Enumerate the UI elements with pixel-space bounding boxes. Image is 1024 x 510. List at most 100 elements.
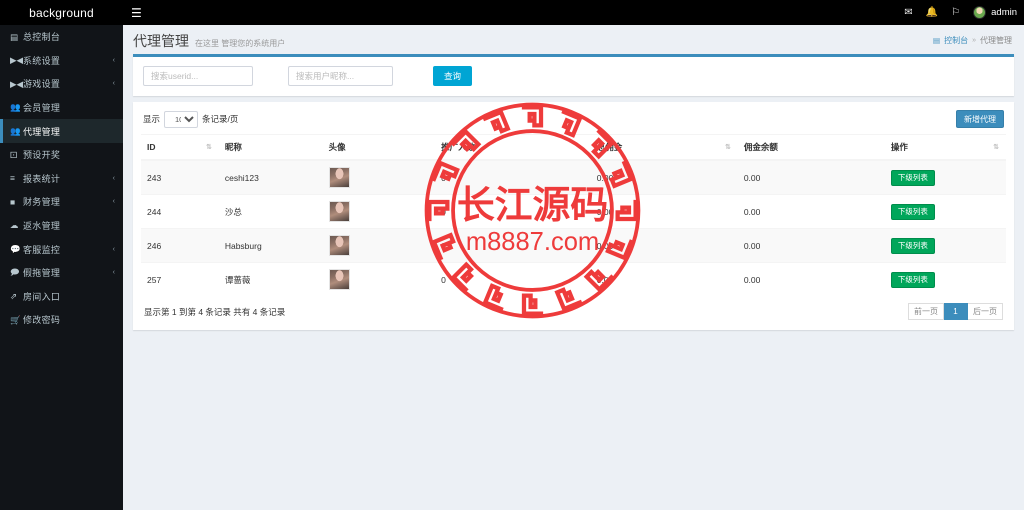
cell-avatar bbox=[322, 194, 436, 229]
query-button[interactable]: 查询 bbox=[433, 66, 473, 86]
column-header-promoted-count: 推广人数 bbox=[435, 134, 591, 161]
search-panel: 查询 bbox=[133, 54, 1014, 96]
sidebar-item-bot-management[interactable]: 🗩 假拖管理 ‹ bbox=[0, 261, 123, 285]
cell-total-commission: 0.00 bbox=[590, 159, 738, 195]
sub-list-button[interactable]: 下级列表 bbox=[890, 271, 935, 288]
pagination-page-1[interactable]: 1 bbox=[944, 303, 968, 320]
cloud-icon: ☁ bbox=[10, 220, 19, 231]
bell-icon[interactable]: 🔔 bbox=[926, 7, 938, 18]
sort-icon: ⇅ bbox=[993, 144, 999, 151]
comment-dots-icon: 🗩 bbox=[10, 267, 20, 278]
sidebar-item-dashboard[interactable]: ▤ 总控制台 bbox=[0, 25, 123, 49]
table-header-row: ID ⇅ 昵称 头像 推广人数 总佣金 ⇅ 佣金余额 操作 ⇅ bbox=[141, 134, 1006, 161]
sidebar-item-customer-service-monitor[interactable]: 💬 客服监控 ‹ bbox=[0, 237, 123, 261]
cell-avatar bbox=[322, 262, 436, 296]
sub-list-button[interactable]: 下级列表 bbox=[890, 169, 935, 186]
sub-list-button[interactable]: 下级列表 bbox=[890, 237, 935, 254]
sidebar: ▤ 总控制台 ▶◀ 系统设置 ‹ ▶◀ 游戏设置 ‹ 👥 会员管理 👥 代理管理… bbox=[0, 25, 123, 510]
table-row: 244 沙总 0 0.00 0.00 下级列表 bbox=[141, 194, 1006, 229]
sidebar-item-room-entrance[interactable]: ⇗ 房间入口 bbox=[0, 285, 123, 309]
sliders-icon: ▶◀ bbox=[10, 55, 24, 66]
record-info: 显示第 1 到第 4 条记录 共有 4 条记录 bbox=[144, 306, 286, 317]
cell-commission-balance: 0.00 bbox=[737, 159, 885, 195]
cell-total-commission: 0.00 bbox=[590, 262, 738, 296]
search-nickname-input[interactable] bbox=[288, 66, 393, 86]
bank-icon: ■ bbox=[10, 196, 16, 207]
content-area: 代理管理 在这里 管理您的系统用户 ▤ 控制台 » 代理管理 查询 显示 bbox=[123, 25, 1024, 510]
column-label: 佣金余额 bbox=[743, 142, 778, 152]
column-header-total-commission[interactable]: 总佣金 ⇅ bbox=[590, 134, 738, 161]
search-userid-input[interactable] bbox=[143, 66, 253, 86]
sidebar-item-change-password[interactable]: 🛒 修改密码 bbox=[0, 308, 123, 332]
sort-icon: ⇅ bbox=[205, 144, 212, 151]
cell-commission-balance: 0.00 bbox=[737, 228, 885, 263]
sidebar-item-label: 修改密码 bbox=[23, 315, 61, 326]
pagination-prev[interactable]: 前一页 bbox=[908, 303, 944, 320]
user-avatar bbox=[328, 201, 350, 222]
users-icon: 👥 bbox=[10, 125, 21, 136]
cell-action: 下级列表 bbox=[884, 194, 1006, 229]
sidebar-item-finance-management[interactable]: ■ 财务管理 ‹ bbox=[0, 190, 123, 214]
cell-nickname: Habsburg bbox=[218, 228, 323, 263]
breadcrumb-home[interactable]: 控制台 bbox=[944, 35, 968, 46]
sidebar-item-label: 代理管理 bbox=[23, 126, 61, 137]
sidebar-item-agent-management[interactable]: 👥 代理管理 bbox=[0, 119, 123, 143]
table-row: 243 ceshi123 0 0.00 0.00 下级列表 bbox=[141, 159, 1006, 195]
list-icon: ≡ bbox=[10, 173, 15, 184]
sub-list-button[interactable]: 下级列表 bbox=[890, 203, 935, 220]
page-header: 代理管理 在这里 管理您的系统用户 ▤ 控制台 » 代理管理 bbox=[123, 25, 1024, 50]
cell-promoted-count: 0 bbox=[435, 194, 591, 229]
pagination-next[interactable]: 后一页 bbox=[968, 303, 1003, 320]
table-row: 257 谭蔷薇 0 0.00 0.00 下级列表 bbox=[141, 262, 1006, 296]
sidebar-item-report-statistics[interactable]: ≡ 报表统计 ‹ bbox=[0, 167, 123, 191]
per-page-label: 条记录/页 bbox=[202, 114, 239, 124]
breadcrumb: ▤ 控制台 » 代理管理 bbox=[933, 31, 1012, 46]
flag-icon[interactable]: ⚐ bbox=[951, 7, 960, 18]
chevron-left-icon: ‹ bbox=[112, 174, 115, 182]
sidebar-item-system-settings[interactable]: ▶◀ 系统设置 ‹ bbox=[0, 49, 123, 73]
sidebar-item-label: 预设开奖 bbox=[23, 150, 61, 161]
sidebar-item-rebate-management[interactable]: ☁ 返水管理 bbox=[0, 214, 123, 238]
table-toolbar: 显示 10 25 50 100 条记录/页 新增代理 bbox=[141, 108, 1006, 134]
dashboard-icon: ▤ bbox=[933, 36, 941, 45]
sidebar-item-preset-draw[interactable]: ⚀ 预设开奖 bbox=[0, 143, 123, 167]
column-label: 总佣金 bbox=[596, 142, 623, 152]
column-header-avatar: 头像 bbox=[322, 134, 436, 161]
cell-promoted-count: 0 bbox=[435, 262, 591, 296]
show-label: 显示 bbox=[143, 114, 161, 124]
user-menu[interactable]: admin bbox=[973, 6, 1017, 19]
sidebar-item-label: 系统设置 bbox=[23, 55, 61, 66]
sidebar-item-label: 报表统计 bbox=[23, 173, 61, 184]
pagination: 前一页 1 后一页 bbox=[908, 303, 1003, 320]
cell-id: 244 bbox=[141, 194, 219, 229]
sidebar-item-label: 游戏设置 bbox=[23, 79, 61, 90]
cell-action: 下级列表 bbox=[884, 228, 1006, 263]
column-header-action[interactable]: 操作 ⇅ bbox=[884, 134, 1006, 161]
sidebar-item-game-settings[interactable]: ▶◀ 游戏设置 ‹ bbox=[0, 72, 123, 96]
dashboard-icon: ▤ bbox=[10, 31, 19, 42]
external-link-icon: ⇗ bbox=[10, 291, 18, 302]
app-logo[interactable]: background bbox=[0, 0, 123, 25]
chevron-right-icon: » bbox=[972, 37, 976, 44]
hamburger-icon[interactable]: ☰ bbox=[131, 7, 142, 19]
users-icon: 👥 bbox=[10, 102, 21, 113]
cell-commission-balance: 0.00 bbox=[737, 194, 885, 229]
column-label: 操作 bbox=[890, 142, 908, 152]
chevron-left-icon: ‹ bbox=[112, 198, 115, 206]
add-agent-button[interactable]: 新增代理 bbox=[956, 110, 1004, 128]
cell-nickname: 沙总 bbox=[218, 194, 323, 229]
cell-nickname: 谭蔷薇 bbox=[218, 262, 323, 296]
column-header-id[interactable]: ID ⇅ bbox=[141, 134, 219, 161]
admin-page: background ☰ ✉ 🔔 ⚐ admin ▤ 总控制台 ▶◀ 系统设置 … bbox=[0, 0, 1024, 510]
page-size-select[interactable]: 10 25 50 100 bbox=[164, 110, 199, 128]
chevron-left-icon: ‹ bbox=[112, 80, 115, 88]
cell-total-commission: 0.00 bbox=[590, 194, 738, 229]
cell-action: 下级列表 bbox=[884, 262, 1006, 296]
sidebar-item-label: 总控制台 bbox=[23, 32, 61, 43]
page-subtitle: 在这里 管理您的系统用户 bbox=[195, 39, 286, 48]
sidebar-item-member-management[interactable]: 👥 会员管理 bbox=[0, 96, 123, 120]
envelope-icon[interactable]: ✉ bbox=[904, 7, 912, 18]
sidebar-item-label: 房间入口 bbox=[23, 291, 61, 302]
user-avatar bbox=[328, 167, 350, 188]
page-title: 代理管理 bbox=[133, 33, 189, 49]
